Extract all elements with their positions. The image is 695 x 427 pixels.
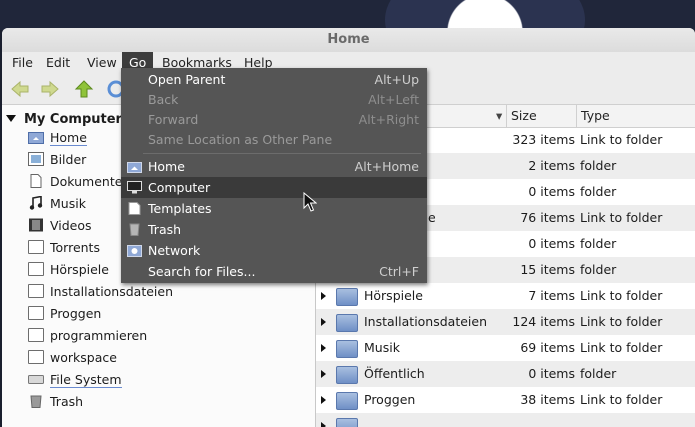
home-folder-icon: [28, 132, 44, 144]
up-arrow-icon[interactable]: [74, 79, 94, 99]
sidebar-item-trash[interactable]: Trash: [28, 391, 83, 413]
expand-arrow-icon[interactable]: [321, 370, 326, 378]
sidebar-item-dokumente[interactable]: Dokumente: [28, 171, 122, 193]
menu-item-same-location[interactable]: Same Location as Other Pane: [121, 129, 427, 150]
computer-icon: [127, 181, 142, 194]
back-arrow-icon[interactable]: [10, 79, 30, 99]
table-row[interactable]: Proggen 38 items Link to folder: [316, 387, 695, 413]
table-row[interactable]: Installationsdateien 124 items Link to fol…: [316, 309, 695, 335]
trash-icon: [129, 223, 140, 236]
folder-icon: [28, 240, 44, 254]
window-title: Home: [2, 28, 695, 52]
expand-arrow-icon[interactable]: [321, 318, 326, 326]
sidebar-item-bilder[interactable]: Bilder: [28, 149, 86, 171]
column-size[interactable]: Size: [506, 105, 577, 127]
public-folder-icon: [336, 366, 358, 384]
sidebar-item-musik[interactable]: Musik: [28, 193, 86, 215]
menu-edit[interactable]: Edit: [39, 52, 77, 74]
table-row[interactable]: [316, 413, 695, 427]
sidebar-item-workspace[interactable]: workspace: [28, 347, 117, 369]
sidebar-item-videos[interactable]: Videos: [28, 215, 92, 237]
menu-view[interactable]: View: [80, 52, 124, 74]
folder-icon: [336, 288, 358, 306]
folder-icon: [28, 350, 44, 364]
sidebar-item-programmieren[interactable]: programmieren: [28, 325, 147, 347]
mouse-cursor-icon: [303, 192, 317, 212]
go-menu: Open Parent Alt+Up Back Alt+Left Forward Al…: [121, 68, 427, 283]
folder-icon: [28, 306, 44, 320]
menu-item-forward[interactable]: Forward Alt+Right: [121, 109, 427, 130]
menu-file[interactable]: File: [5, 52, 40, 74]
sidebar-item-file-system[interactable]: File System: [28, 369, 122, 391]
sidebar-header[interactable]: My Computer: [6, 112, 122, 127]
sidebar-item-home[interactable]: Home: [28, 127, 87, 149]
menu-item-trash[interactable]: Trash: [121, 219, 427, 240]
music-folder-icon: [336, 340, 358, 358]
sidebar-item-hoerspiele[interactable]: Hörspiele: [28, 259, 109, 281]
music-folder-icon: [29, 196, 43, 210]
home-icon: [127, 162, 142, 173]
expand-arrow-icon[interactable]: [321, 422, 326, 427]
menu-item-templates[interactable]: Templates: [121, 198, 427, 219]
folder-icon: [28, 284, 44, 298]
pictures-folder-icon: [28, 152, 44, 166]
collapse-triangle-icon[interactable]: [6, 115, 16, 122]
menu-item-search[interactable]: Search for Files... Ctrl+F: [121, 261, 427, 282]
folder-icon: [28, 328, 44, 342]
sidebar-item-installationsdateien[interactable]: Installationsdateien: [28, 281, 173, 303]
table-row[interactable]: Hörspiele 7 items Link to folder: [316, 283, 695, 309]
menu-item-computer[interactable]: Computer: [121, 177, 427, 198]
expand-arrow-icon[interactable]: [321, 344, 326, 352]
expand-arrow-icon[interactable]: [321, 396, 326, 404]
menu-item-back[interactable]: Back Alt+Left: [121, 89, 427, 110]
column-type[interactable]: Type: [576, 105, 695, 127]
forward-arrow-icon[interactable]: [40, 79, 60, 99]
menu-item-home[interactable]: Home Alt+Home: [121, 156, 427, 177]
table-row[interactable]: Öffentlich 0 items folder: [316, 361, 695, 387]
sort-descending-icon[interactable]: ▾: [492, 105, 506, 127]
folder-icon: [28, 262, 44, 276]
drive-icon: [28, 375, 44, 384]
menu-item-open-parent[interactable]: Open Parent Alt+Up: [121, 69, 427, 90]
videos-folder-icon: [29, 218, 43, 232]
folder-icon: [336, 392, 358, 410]
network-icon: [127, 245, 142, 257]
expand-arrow-icon[interactable]: [321, 292, 326, 300]
folder-icon: [336, 418, 358, 427]
templates-icon: [128, 202, 141, 215]
desktop-background: [0, 0, 695, 30]
sidebar-item-proggen[interactable]: Proggen: [28, 303, 101, 325]
table-row[interactable]: Musik 69 items Link to folder: [316, 335, 695, 361]
folder-icon: [336, 314, 358, 332]
documents-folder-icon: [30, 174, 42, 188]
trash-icon: [30, 395, 42, 408]
menu-separator: [143, 153, 421, 154]
sidebar-item-torrents[interactable]: Torrents: [28, 237, 100, 259]
menu-item-network[interactable]: Network: [121, 240, 427, 261]
